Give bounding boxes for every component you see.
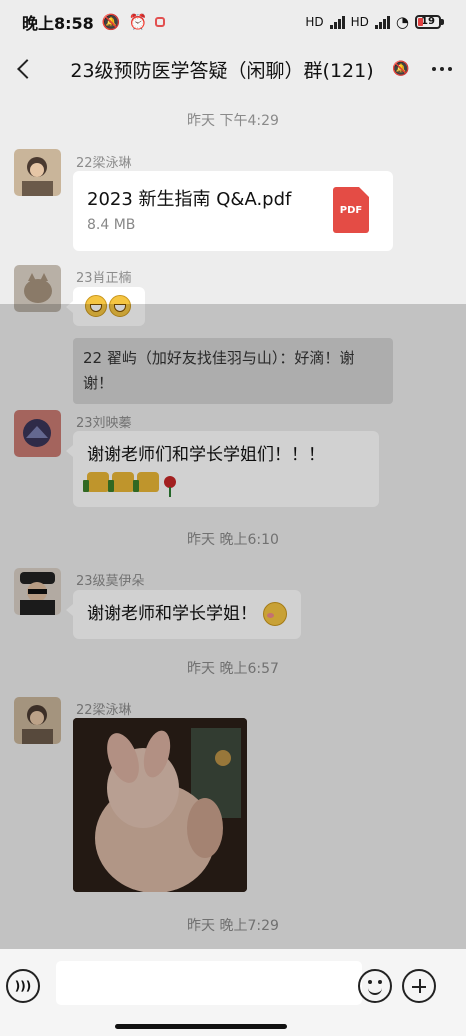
wifi-icon: ◔: [395, 13, 409, 31]
timestamp: 昨天 晚上7:29: [187, 918, 279, 934]
signal-icon-2: [374, 15, 390, 29]
status-bar: 晚上8:58 🔕 ⏰ HD HD ◔ 19: [0, 0, 466, 44]
chat-messages[interactable]: 昨天 下午4:29 22梁泳琳 2023 新生指南 Q&A.pdf 8.4 MB…: [0, 94, 466, 949]
file-message[interactable]: 2023 新生指南 Q&A.pdf 8.4 MB PDF: [73, 171, 393, 251]
voice-icon[interactable]: ))): [6, 969, 40, 1003]
timestamp: 昨天 晚上6:57: [187, 661, 279, 677]
image-message[interactable]: [73, 718, 247, 892]
back-arrow-icon[interactable]: [0, 44, 46, 94]
sender-name: 22梁泳琳: [76, 156, 132, 171]
app-notification-icon: [155, 17, 166, 27]
mute-notification-icon: 🔕: [101, 13, 121, 31]
home-indicator[interactable]: [115, 1024, 287, 1029]
alarm-icon: ⏰: [128, 13, 148, 31]
shy-face-emoji-icon: [263, 602, 287, 626]
sender-name: 23级莫伊朵: [76, 574, 145, 589]
thumbs-up-emoji-icon: [83, 472, 109, 492]
message-input[interactable]: [56, 961, 362, 1005]
status-time: 晚上8:58: [22, 14, 94, 33]
sender-name: 23肖正楠: [76, 271, 132, 286]
thumbs-up-emoji-icon: [133, 472, 159, 492]
signal-label-1: HD: [305, 15, 324, 29]
more-options-icon[interactable]: [418, 44, 466, 94]
rose-emoji-icon: [164, 476, 176, 497]
chat-header: 23级预防医学答疑（闲聊）群(121) 🔕: [0, 44, 466, 94]
input-bar: ))): [0, 949, 466, 1036]
avatar[interactable]: [14, 265, 61, 312]
avatar[interactable]: [14, 568, 61, 615]
sender-name: 23刘映蓁: [76, 416, 132, 431]
signal-icon-1: [329, 15, 345, 29]
emoji-icon[interactable]: [358, 969, 392, 1003]
plus-icon[interactable]: [402, 969, 436, 1003]
thumbs-up-emoji-icon: [108, 472, 134, 492]
avatar[interactable]: [14, 410, 61, 457]
message-bubble[interactable]: [66, 287, 145, 326]
quoted-message[interactable]: 22 翟屿（加好友找佳羽与山）：好滴！谢谢！: [73, 338, 393, 404]
timestamp: 昨天 晚上6:10: [187, 532, 279, 548]
grin-emoji-icon: [109, 295, 131, 317]
avatar[interactable]: [14, 697, 61, 744]
chat-title: 23级预防医学答疑（闲聊）群(121): [70, 59, 374, 82]
battery-icon: 19: [415, 15, 444, 29]
grin-emoji-icon: [85, 295, 107, 317]
timestamp: 昨天 下午4:29: [187, 113, 279, 129]
battery-level: 19: [415, 15, 441, 29]
avatar[interactable]: [14, 149, 61, 196]
message-text: 谢谢老师们和学长学姐们！！！: [87, 445, 325, 465]
message-bubble[interactable]: 谢谢老师和学长学姐！: [66, 590, 301, 639]
message-bubble[interactable]: 谢谢老师们和学长学姐们！！！: [66, 431, 379, 507]
signal-label-2: HD: [350, 15, 369, 29]
message-text: 谢谢老师和学长学姐！: [87, 604, 257, 624]
pdf-file-icon: PDF: [333, 187, 369, 233]
sender-name: 22梁泳琳: [76, 703, 132, 718]
muted-bell-icon: 🔕: [392, 61, 410, 77]
